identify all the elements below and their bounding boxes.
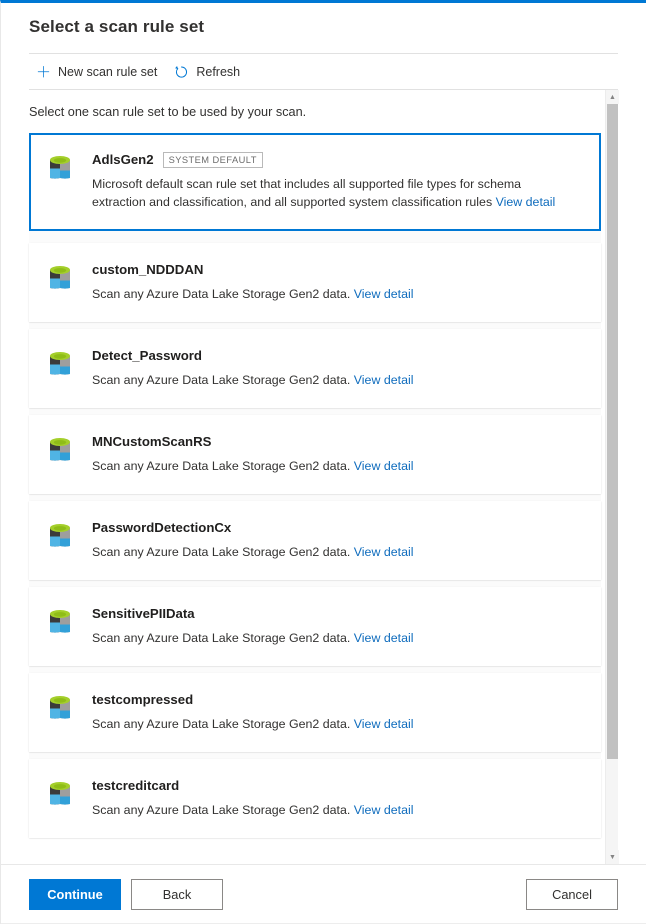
adls-gen2-icon [50, 352, 70, 375]
adls-gen2-icon [50, 696, 70, 719]
footer-primary-actions: Continue Back [29, 879, 223, 910]
card-title-row: MNCustomScanRS [92, 433, 584, 451]
view-detail-link[interactable]: View detail [354, 459, 414, 473]
view-detail-link[interactable]: View detail [354, 803, 414, 817]
scan-rule-set-card[interactable]: custom_NDDDAN Scan any Azure Data Lake St… [29, 243, 601, 322]
page-title: Select a scan rule set [29, 17, 205, 36]
card-title-row: Detect_Password [92, 347, 584, 365]
adls-gen2-icon [50, 782, 70, 805]
scan-rule-set-card[interactable]: testcreditcard Scan any Azure Data Lake S… [29, 759, 601, 838]
intro-text: Select one scan rule set to be used by y… [29, 105, 307, 119]
adls-gen2-icon [50, 266, 70, 289]
card-body: testcompressed Scan any Azure Data Lake S… [92, 690, 584, 733]
scan-rule-set-name: SensitivePIIData [92, 606, 195, 621]
scan-rule-set-description: Scan any Azure Data Lake Storage Gen2 da… [92, 629, 572, 647]
view-detail-link[interactable]: View detail [354, 631, 414, 645]
description-text: Microsoft default scan rule set that inc… [92, 177, 522, 209]
description-text: Scan any Azure Data Lake Storage Gen2 da… [92, 459, 351, 473]
panel-header: Select a scan rule set [1, 3, 646, 53]
adls-gen2-icon [50, 438, 70, 461]
scan-rule-set-card[interactable]: testcompressed Scan any Azure Data Lake S… [29, 673, 601, 752]
vertical-scrollbar[interactable]: ▲ ▼ [605, 90, 619, 864]
view-detail-link[interactable]: View detail [354, 717, 414, 731]
view-detail-link[interactable]: View detail [354, 373, 414, 387]
view-detail-link[interactable]: View detail [496, 195, 556, 209]
card-body: Detect_Password Scan any Azure Data Lake … [92, 346, 584, 389]
back-button[interactable]: Back [131, 879, 223, 910]
scan-rule-set-name: PasswordDetectionCx [92, 520, 232, 535]
card-body: MNCustomScanRS Scan any Azure Data Lake S… [92, 432, 584, 475]
scan-rule-set-name: custom_NDDDAN [92, 262, 204, 277]
status-badge: SYSTEM DEFAULT [162, 152, 263, 168]
view-detail-link[interactable]: View detail [354, 287, 414, 301]
scroll-up-arrow-icon[interactable]: ▲ [606, 90, 619, 104]
scan-rule-set-card[interactable]: SensitivePIIData Scan any Azure Data Lake… [29, 587, 601, 666]
scan-rule-set-name: MNCustomScanRS [92, 434, 212, 449]
scan-rule-set-description: Scan any Azure Data Lake Storage Gen2 da… [92, 371, 572, 389]
card-body: PasswordDetectionCx Scan any Azure Data L… [92, 518, 584, 561]
refresh-button[interactable]: Refresh [167, 57, 246, 87]
scroll-region: Select one scan rule set to be used by y… [1, 90, 646, 864]
adls-gen2-icon [50, 156, 70, 179]
card-title-row: SensitivePIIData [92, 605, 584, 623]
scan-rule-set-description: Scan any Azure Data Lake Storage Gen2 da… [92, 715, 572, 733]
card-title-row: AdlsGen2 SYSTEM DEFAULT [92, 151, 584, 169]
scrollbar-thumb[interactable] [607, 104, 618, 759]
cancel-button[interactable]: Cancel [526, 879, 618, 910]
scan-rule-set-card[interactable]: MNCustomScanRS Scan any Azure Data Lake S… [29, 415, 601, 494]
scan-rule-set-list: AdlsGen2 SYSTEM DEFAULT Microsoft default … [29, 133, 601, 838]
card-body: AdlsGen2 SYSTEM DEFAULT Microsoft default … [92, 150, 584, 211]
card-title-row: PasswordDetectionCx [92, 519, 584, 537]
scan-rule-set-description: Microsoft default scan rule set that inc… [92, 175, 572, 211]
plus-icon [35, 64, 51, 80]
scan-rule-set-name: testcompressed [92, 692, 194, 707]
description-text: Scan any Azure Data Lake Storage Gen2 da… [92, 803, 351, 817]
continue-button[interactable]: Continue [29, 879, 121, 910]
description-text: Scan any Azure Data Lake Storage Gen2 da… [92, 373, 351, 387]
card-body: testcreditcard Scan any Azure Data Lake S… [92, 776, 584, 819]
card-body: custom_NDDDAN Scan any Azure Data Lake St… [92, 260, 584, 303]
scan-rule-set-card[interactable]: AdlsGen2 SYSTEM DEFAULT Microsoft default … [29, 133, 601, 231]
command-bar: New scan rule set Refresh [1, 55, 646, 89]
description-text: Scan any Azure Data Lake Storage Gen2 da… [92, 631, 351, 645]
new-scan-rule-set-label: New scan rule set [58, 65, 158, 79]
scan-rule-set-description: Scan any Azure Data Lake Storage Gen2 da… [92, 801, 572, 819]
description-text: Scan any Azure Data Lake Storage Gen2 da… [92, 287, 351, 301]
scan-rule-set-card[interactable]: PasswordDetectionCx Scan any Azure Data L… [29, 501, 601, 580]
scroll-content: Select one scan rule set to be used by y… [1, 90, 607, 864]
scroll-down-arrow-icon[interactable]: ▼ [606, 850, 619, 864]
scan-rule-set-name: Detect_Password [92, 348, 202, 363]
scan-rule-set-name: testcreditcard [92, 778, 180, 793]
view-detail-link[interactable]: View detail [354, 545, 414, 559]
adls-gen2-icon [50, 610, 70, 633]
description-text: Scan any Azure Data Lake Storage Gen2 da… [92, 717, 351, 731]
new-scan-rule-set-button[interactable]: New scan rule set [29, 57, 163, 87]
header-divider [29, 53, 618, 54]
scan-rule-set-description: Scan any Azure Data Lake Storage Gen2 da… [92, 285, 572, 303]
card-title-row: custom_NDDDAN [92, 261, 584, 279]
scan-rule-set-name: AdlsGen2 [92, 152, 154, 167]
adls-gen2-icon [50, 524, 70, 547]
card-title-row: testcompressed [92, 691, 584, 709]
select-scan-rule-set-panel: Select a scan rule set New scan rule set… [0, 0, 646, 924]
description-text: Scan any Azure Data Lake Storage Gen2 da… [92, 545, 351, 559]
refresh-icon [173, 64, 189, 80]
card-title-row: testcreditcard [92, 777, 584, 795]
scan-rule-set-description: Scan any Azure Data Lake Storage Gen2 da… [92, 543, 572, 561]
refresh-label: Refresh [196, 65, 241, 79]
scan-rule-set-description: Scan any Azure Data Lake Storage Gen2 da… [92, 457, 572, 475]
scan-rule-set-card[interactable]: Detect_Password Scan any Azure Data Lake … [29, 329, 601, 408]
card-body: SensitivePIIData Scan any Azure Data Lake… [92, 604, 584, 647]
footer-action-bar: Continue Back Cancel [1, 864, 646, 924]
